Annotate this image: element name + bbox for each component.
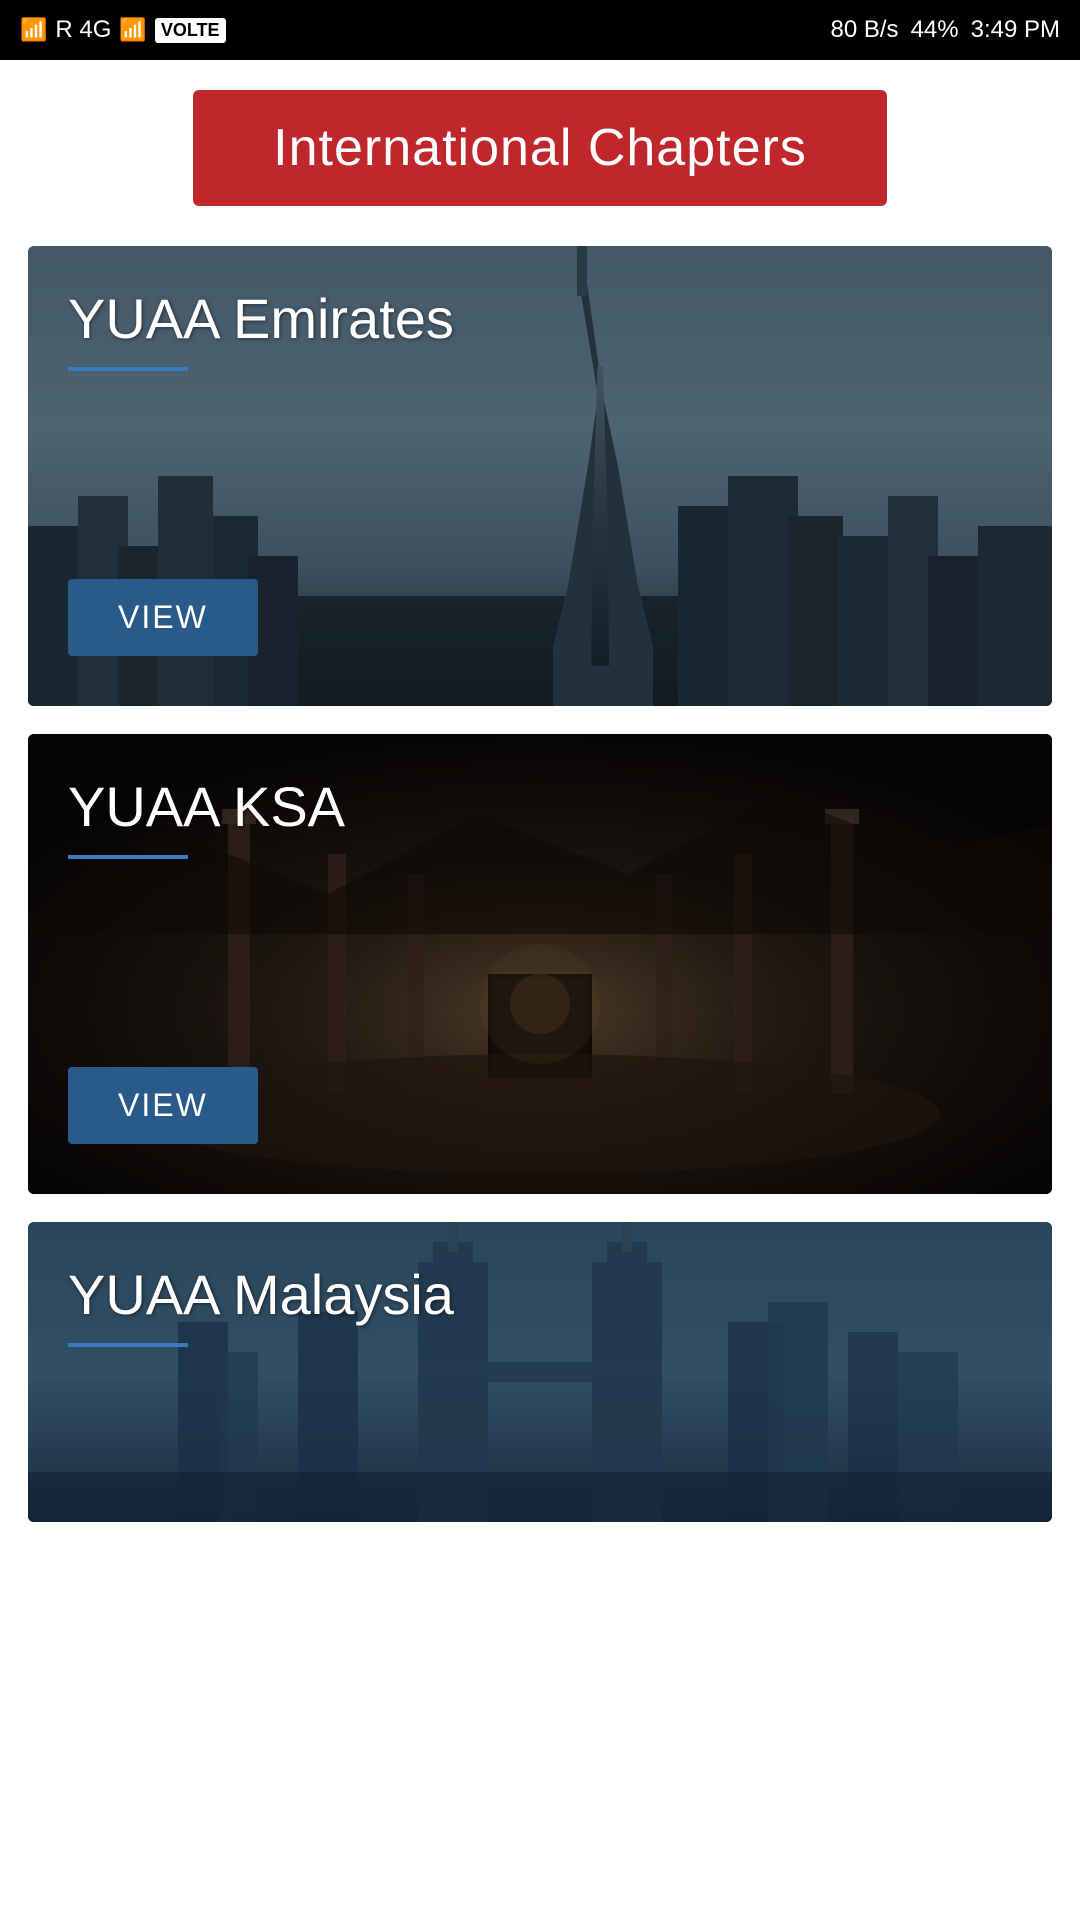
status-right: 80 B/s 44% 3:49 PM xyxy=(831,16,1060,44)
volte-badge: VOLTE xyxy=(155,18,226,43)
clock: 3:49 PM xyxy=(971,16,1060,44)
ksa-view-button[interactable]: VIEW xyxy=(68,1067,258,1144)
page-title-button[interactable]: International Chapters xyxy=(193,90,887,206)
page-header: International Chapters xyxy=(0,60,1080,236)
battery-indicator: 44% xyxy=(911,16,959,44)
ksa-underline xyxy=(68,855,188,859)
malaysia-title: YUAA Malaysia xyxy=(68,1262,1012,1327)
emirates-title: YUAA Emirates xyxy=(68,286,1012,351)
malaysia-underline xyxy=(68,1343,188,1347)
status-bar: 📶 R 4G 📶 VOLTE 80 B/s 44% 3:49 PM xyxy=(0,0,1080,60)
network-speed: 80 B/s xyxy=(831,16,899,44)
signal2-icon: 📶 xyxy=(119,17,146,43)
signal-icon: 📶 xyxy=(20,17,47,43)
emirates-view-button[interactable]: VIEW xyxy=(68,579,258,656)
chapter-card-malaysia[interactable]: YUAA Malaysia xyxy=(28,1222,1052,1522)
chapter-card-emirates[interactable]: YUAA Emirates VIEW xyxy=(28,246,1052,706)
chapters-list: YUAA Emirates VIEW xyxy=(0,236,1080,1532)
status-left: 📶 R 4G 📶 VOLTE xyxy=(20,16,226,44)
malaysia-card-content: YUAA Malaysia xyxy=(28,1222,1052,1522)
network-label: R 4G xyxy=(55,16,111,44)
ksa-title: YUAA KSA xyxy=(68,774,1012,839)
emirates-underline xyxy=(68,367,188,371)
chapter-card-ksa[interactable]: YUAA KSA VIEW xyxy=(28,734,1052,1194)
